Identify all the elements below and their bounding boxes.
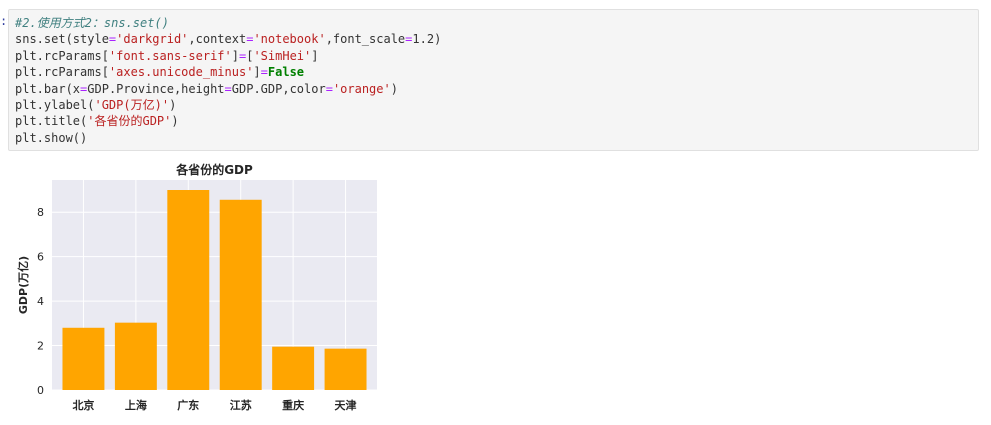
x-tick-label: 重庆 <box>282 398 304 412</box>
code-token: ) <box>169 97 177 112</box>
x-tick-label: 广东 <box>177 398 199 412</box>
y-tick-label: 6 <box>37 251 44 264</box>
bar-chart: 0 2 4 6 8 北京 上海 广东 江苏 重庆 天津 各省份的GDP GDP(万亿) <box>16 162 377 412</box>
code-token: = <box>224 81 232 96</box>
code-token: plt.title( <box>15 114 88 129</box>
code-token: plt.rcParams[ <box>15 48 109 63</box>
code-token: 'darkgrid' <box>116 32 189 47</box>
code-line[interactable]: #2.使用方式2：sns.set() <box>15 15 978 31</box>
code-token: plt.show() <box>15 130 88 145</box>
x-tick-label: 北京 <box>72 398 94 412</box>
code-token: 'orange' <box>332 81 391 96</box>
bar-2 <box>167 190 210 390</box>
cell-prompt: : <box>0 14 8 28</box>
code-token: #2.使用方式2：sns.set() <box>15 16 169 30</box>
code-token: 'GDP(万亿)' <box>94 97 170 112</box>
x-tick-label: 天津 <box>335 398 357 412</box>
code-token: 1.2) <box>412 32 442 47</box>
cell-output: 0 2 4 6 8 北京 上海 广东 江苏 重庆 天津 各省份的GDP GDP(万亿) <box>10 156 390 421</box>
code-token: = <box>260 65 268 80</box>
x-tick-label: 江苏 <box>230 398 252 412</box>
bar-5 <box>324 348 367 390</box>
code-token: ,context <box>188 32 247 47</box>
y-tick-label: 2 <box>37 340 44 353</box>
code-line[interactable]: plt.title('各省份的GDP') <box>15 113 978 129</box>
code-token: 'font.sans-serif' <box>108 48 232 63</box>
bar-0 <box>62 327 105 390</box>
code-token: plt.ylabel( <box>15 97 95 112</box>
code-cell-input[interactable]: #2.使用方式2：sns.set() sns.set(style='darkgri… <box>8 9 979 151</box>
y-tick-label: 0 <box>37 384 44 397</box>
code-token: ] <box>311 48 319 63</box>
bar-4 <box>272 346 315 390</box>
code-token: 'axes.unicode_minus' <box>108 65 254 80</box>
code-token: '各省份的GDP' <box>87 114 172 129</box>
x-tick-label: 上海 <box>125 398 147 412</box>
code-token: False <box>267 65 305 80</box>
code-token: 'notebook' <box>253 32 326 47</box>
code-line[interactable]: plt.bar(x=GDP.Province,height=GDP.GDP,co… <box>15 81 978 97</box>
code-token: ) <box>171 114 179 129</box>
code-line[interactable]: plt.ylabel('GDP(万亿)') <box>15 97 978 113</box>
code-editor[interactable]: #2.使用方式2：sns.set() sns.set(style='darkgri… <box>15 15 978 146</box>
code-line[interactable]: plt.show() <box>15 130 978 146</box>
y-tick-label: 8 <box>37 206 44 219</box>
code-token: ] <box>253 65 261 80</box>
code-line[interactable]: sns.set(style='darkgrid',context='notebo… <box>15 31 978 47</box>
code-token: plt.rcParams[ <box>15 65 109 80</box>
code-token: ] <box>231 48 239 63</box>
code-token: GDP.Province,height <box>87 81 225 96</box>
code-token: 'SimHei' <box>253 48 312 63</box>
code-line[interactable]: plt.rcParams['font.sans-serif']=['SimHei… <box>15 48 978 64</box>
code-token: = <box>325 81 333 96</box>
chart-title: 各省份的GDP <box>175 162 253 177</box>
bar-3 <box>219 199 262 390</box>
code-token: GDP.GDP,color <box>231 81 326 96</box>
code-token: ,font_scale <box>325 32 406 47</box>
y-axis-label: GDP(万亿) <box>16 256 30 314</box>
y-tick-label: 4 <box>37 295 44 308</box>
code-token: ) <box>390 81 398 96</box>
code-token: plt.bar(x <box>15 81 81 96</box>
bar-1 <box>114 322 157 390</box>
code-line[interactable]: plt.rcParams['axes.unicode_minus']=False <box>15 64 978 80</box>
code-token: sns.set(style <box>15 32 109 47</box>
